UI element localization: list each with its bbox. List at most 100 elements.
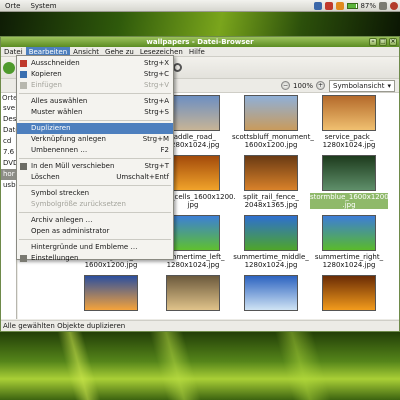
minimize-button[interactable]: – — [369, 38, 377, 46]
menu-item[interactable]: Alles auswählen Strg+A — [17, 96, 173, 107]
battery-icon — [347, 3, 359, 9]
menu-item[interactable]: Ausschneiden Strg+X — [17, 58, 173, 69]
menu-item[interactable]: Archiv anlegen … — [17, 215, 173, 226]
menu-item-label: Einstellungen — [31, 254, 79, 262]
image-thumbnail — [244, 215, 298, 251]
window-title: wallpapers - Datei-Browser — [146, 38, 254, 46]
menu-item-label: Einfügen — [31, 81, 62, 89]
image-thumbnail — [166, 215, 220, 251]
menu-item-accelerator: Strg+V — [143, 81, 169, 89]
menu-separator — [19, 185, 171, 186]
sidebar-item[interactable]: hor — [1, 169, 16, 180]
menu-item[interactable]: Löschen Umschalt+Entf — [17, 172, 173, 183]
menu-item-label: Kopieren — [31, 70, 62, 78]
side-pane: Orte sveDesDatecd7.6DVDhorusb — [1, 93, 17, 319]
menu-item-label: Löschen — [31, 173, 60, 181]
sidebar-item[interactable]: 7.6 — [1, 147, 16, 158]
sidebar-item[interactable]: cd — [1, 136, 16, 147]
user-icon[interactable] — [314, 2, 323, 10]
status-bar: Alle gewählten Objekte duplizieren — [1, 320, 399, 331]
file-name: split_rail_fence_ 2048x1365.jpg — [243, 193, 299, 209]
maximize-button[interactable]: □ — [379, 38, 387, 46]
menu-item-label: Ausschneiden — [31, 59, 80, 67]
back-icon[interactable] — [3, 61, 15, 74]
file-item[interactable]: summertime_right_ 1280x1024.jpg — [310, 215, 388, 269]
network-icon[interactable] — [325, 2, 334, 10]
wallpaper-leaf-top — [0, 12, 400, 38]
menu-item[interactable]: Duplizieren — [17, 123, 173, 134]
view-mode-value: Symbolansicht — [333, 81, 385, 90]
menu-item[interactable]: Einfügen Strg+V — [17, 80, 173, 91]
menu-item[interactable]: Kopieren Strg+C — [17, 69, 173, 80]
battery-indicator[interactable]: 87% — [347, 2, 376, 10]
panel-menu-system[interactable]: System — [25, 0, 61, 12]
file-name: summertime_middle_ 1280x1024.jpg — [233, 253, 309, 269]
update-icon[interactable] — [336, 2, 345, 10]
wallpaper-leaf-bottom — [0, 330, 400, 400]
image-thumbnail — [244, 155, 298, 191]
menu-separator — [19, 120, 171, 121]
power-icon[interactable] — [390, 2, 398, 10]
menu-item[interactable]: Umbenennen … F2 — [17, 145, 173, 156]
file-item[interactable]: split_rail_fence_ 2048x1365.jpg — [232, 155, 310, 209]
file-item[interactable] — [310, 275, 388, 313]
menu-item-accelerator: F2 — [160, 146, 169, 154]
zoom-out-icon[interactable]: − — [281, 81, 291, 90]
menu-item-label: Umbenennen … — [31, 146, 88, 154]
menu-item-accelerator: Strg+X — [143, 59, 169, 67]
image-thumbnail — [166, 155, 220, 191]
menu-item-label: Muster wählen — [31, 108, 83, 116]
file-item[interactable] — [232, 275, 310, 313]
file-item[interactable] — [154, 275, 232, 313]
menu-item[interactable]: In den Müll verschieben Strg+T — [17, 161, 173, 172]
image-thumbnail — [322, 95, 376, 131]
menu-item-label: Verknüpfung anlegen — [31, 135, 106, 143]
image-thumbnail — [84, 275, 138, 311]
sidebar-item[interactable]: usb — [1, 180, 16, 191]
image-thumbnail — [244, 95, 298, 131]
menu-item[interactable]: Verknüpfung anlegen Strg+M — [17, 134, 173, 145]
copy-icon — [20, 71, 27, 78]
close-button[interactable]: × — [389, 38, 397, 46]
file-item[interactable]: scottsbluff_monument_ 1600x1200.jpg — [232, 95, 314, 149]
menu-item-accelerator: Strg+C — [143, 70, 169, 78]
menu-item-accelerator: Strg+A — [143, 97, 169, 105]
menu-item[interactable]: Hintergründe und Embleme … — [17, 242, 173, 253]
file-item[interactable]: summertime_middle_ 1280x1024.jpg — [232, 215, 310, 269]
menu-item[interactable]: Einstellungen — [17, 253, 173, 264]
search-icon[interactable] — [173, 63, 182, 72]
file-item[interactable]: service_pack_ 1280x1024.jpg — [310, 95, 388, 149]
volume-icon[interactable] — [379, 2, 387, 10]
image-thumbnail — [244, 275, 298, 311]
chevron-down-icon: ▾ — [387, 81, 391, 90]
image-thumbnail — [166, 95, 220, 131]
menu-item[interactable]: Muster wählen Strg+S — [17, 107, 173, 118]
menu-separator — [19, 212, 171, 213]
menu-item-accelerator: Strg+M — [142, 135, 169, 143]
menu-item[interactable]: Open as administrator — [17, 226, 173, 237]
system-tray: 87% — [314, 0, 398, 12]
file-item[interactable]: stormblue_1600x1200 .jpg — [310, 155, 389, 209]
view-mode-select[interactable]: Symbolansicht ▾ — [329, 79, 395, 92]
sidebar-item[interactable]: Des — [1, 114, 16, 125]
zoom-level: 100% — [293, 81, 314, 90]
top-panel: Orte System 87% — [0, 0, 400, 12]
battery-percent: 87% — [360, 2, 376, 10]
menu-item-label: Symbol strecken — [31, 189, 90, 197]
file-item[interactable] — [72, 275, 150, 313]
zoom-in-icon[interactable]: + — [316, 81, 326, 90]
sidebar-item[interactable]: sve — [1, 103, 16, 114]
menu-help[interactable]: Hilfe — [186, 47, 208, 57]
menu-item[interactable]: Symbol strecken — [17, 188, 173, 199]
sidebar-item[interactable]: DVD — [1, 158, 16, 169]
sidebar-item[interactable]: Date — [1, 125, 16, 136]
window-titlebar[interactable]: wallpapers - Datei-Browser – □ × — [1, 37, 399, 47]
menu-item-label: Alles auswählen — [31, 97, 88, 105]
zoom-control: − 100% + — [281, 81, 326, 90]
image-thumbnail — [322, 215, 376, 251]
panel-menu-places[interactable]: Orte — [0, 0, 25, 12]
edit-menu-dropdown: Ausschneiden Strg+X Kopieren Strg+C Einfügen… — [16, 55, 174, 262]
menu-item-label: Hintergründe und Embleme … — [31, 243, 138, 251]
menu-separator — [19, 93, 171, 94]
menu-item[interactable]: Symbolgröße zurücksetzen — [17, 199, 173, 210]
